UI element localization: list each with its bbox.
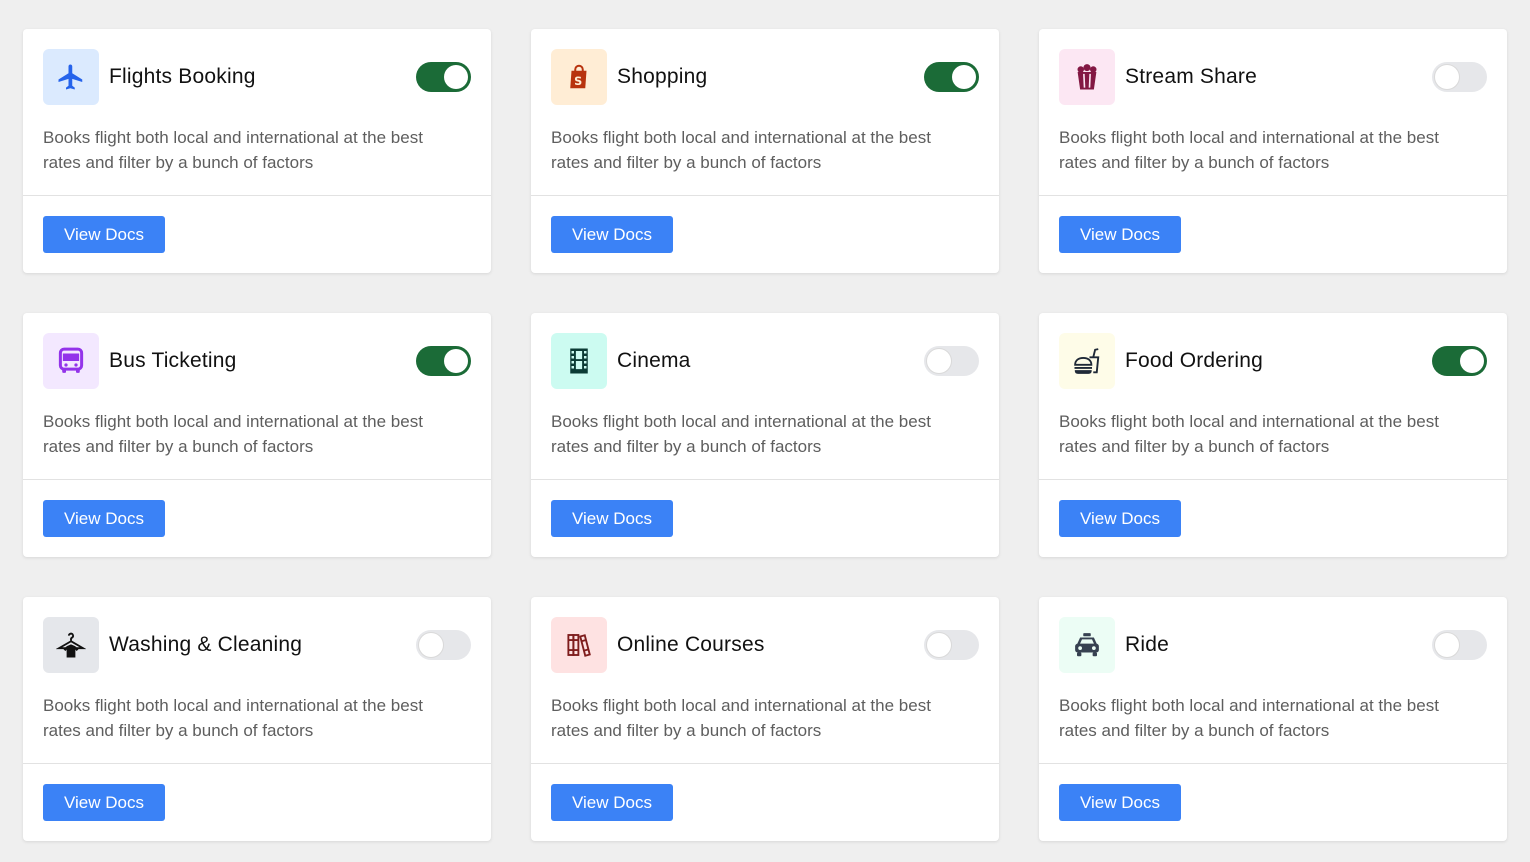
film-strip-icon bbox=[551, 333, 607, 389]
toggle-knob bbox=[444, 65, 468, 89]
view-docs-button[interactable]: View Docs bbox=[43, 500, 165, 537]
service-card-online-courses: Online Courses Books flight both local an… bbox=[531, 597, 999, 841]
card-header: Washing & Cleaning bbox=[43, 617, 471, 673]
card-description: Books flight both local and internationa… bbox=[43, 412, 423, 456]
card-title: Washing & Cleaning bbox=[109, 633, 303, 656]
card-body: S Shopping Books flight both local and int… bbox=[531, 29, 999, 196]
card-footer: View Docs bbox=[1039, 480, 1507, 557]
card-title: Cinema bbox=[617, 349, 691, 372]
card-description: Books flight both local and internationa… bbox=[551, 696, 931, 740]
card-header: Bus Ticketing bbox=[43, 333, 471, 389]
card-footer: View Docs bbox=[23, 480, 491, 557]
card-header: S Shopping bbox=[551, 49, 979, 105]
card-body: Washing & Cleaning Books flight both loca… bbox=[23, 597, 491, 764]
shopping-bag-icon: S bbox=[551, 49, 607, 105]
card-body: Cinema Books flight both local and intern… bbox=[531, 313, 999, 480]
card-body: Stream Share Books flight both local and … bbox=[1039, 29, 1507, 196]
hanger-shirt-icon bbox=[43, 617, 99, 673]
card-body: Bus Ticketing Books flight both local and… bbox=[23, 313, 491, 480]
bus-icon bbox=[43, 333, 99, 389]
services-grid: Flights Booking Books flight both local a… bbox=[23, 29, 1507, 841]
card-footer: View Docs bbox=[531, 196, 999, 273]
card-footer: View Docs bbox=[531, 764, 999, 841]
service-card-ride: Ride Books flight both local and internat… bbox=[1039, 597, 1507, 841]
view-docs-button[interactable]: View Docs bbox=[551, 216, 673, 253]
toggle-knob bbox=[1460, 349, 1484, 373]
airplane-icon bbox=[43, 49, 99, 105]
card-description: Books flight both local and internationa… bbox=[551, 412, 931, 456]
card-footer: View Docs bbox=[23, 764, 491, 841]
toggle-knob bbox=[444, 349, 468, 373]
online-courses-toggle[interactable] bbox=[924, 630, 979, 660]
card-footer: View Docs bbox=[1039, 764, 1507, 841]
svg-text:S: S bbox=[574, 75, 582, 88]
card-description: Books flight both local and internationa… bbox=[551, 128, 931, 172]
view-docs-button[interactable]: View Docs bbox=[551, 784, 673, 821]
car-icon bbox=[1059, 617, 1115, 673]
service-card-bus-ticketing: Bus Ticketing Books flight both local and… bbox=[23, 313, 491, 557]
card-header: Flights Booking bbox=[43, 49, 471, 105]
card-title: Ride bbox=[1125, 633, 1169, 656]
service-card-cinema: Cinema Books flight both local and intern… bbox=[531, 313, 999, 557]
card-header: Cinema bbox=[551, 333, 979, 389]
card-description: Books flight both local and internationa… bbox=[43, 696, 423, 740]
view-docs-button[interactable]: View Docs bbox=[43, 216, 165, 253]
toggle-knob bbox=[1435, 65, 1459, 89]
card-body: Flights Booking Books flight both local a… bbox=[23, 29, 491, 196]
flights-booking-toggle[interactable] bbox=[416, 62, 471, 92]
card-header: Ride bbox=[1059, 617, 1487, 673]
burger-drink-icon bbox=[1059, 333, 1115, 389]
washing-and-cleaning-toggle[interactable] bbox=[416, 630, 471, 660]
card-header: Online Courses bbox=[551, 617, 979, 673]
cinema-toggle[interactable] bbox=[924, 346, 979, 376]
service-card-food-ordering: Food Ordering Books flight both local and… bbox=[1039, 313, 1507, 557]
toggle-knob bbox=[927, 633, 951, 657]
service-card-flights-booking: Flights Booking Books flight both local a… bbox=[23, 29, 491, 273]
card-title: Stream Share bbox=[1125, 65, 1257, 88]
card-description: Books flight both local and internationa… bbox=[1059, 128, 1439, 172]
view-docs-button[interactable]: View Docs bbox=[551, 500, 673, 537]
toggle-knob bbox=[419, 633, 443, 657]
toggle-knob bbox=[952, 65, 976, 89]
card-title: Food Ordering bbox=[1125, 349, 1264, 372]
card-title: Online Courses bbox=[617, 633, 765, 656]
card-description: Books flight both local and internationa… bbox=[43, 128, 423, 172]
view-docs-button[interactable]: View Docs bbox=[43, 784, 165, 821]
food-ordering-toggle[interactable] bbox=[1432, 346, 1487, 376]
card-title: Flights Booking bbox=[109, 65, 256, 88]
card-footer: View Docs bbox=[531, 480, 999, 557]
service-card-shopping: S Shopping Books flight both local and int… bbox=[531, 29, 999, 273]
service-card-washing-and-cleaning: Washing & Cleaning Books flight both loca… bbox=[23, 597, 491, 841]
books-icon bbox=[551, 617, 607, 673]
stream-share-toggle[interactable] bbox=[1432, 62, 1487, 92]
card-footer: View Docs bbox=[23, 196, 491, 273]
card-body: Ride Books flight both local and internat… bbox=[1039, 597, 1507, 764]
card-title: Shopping bbox=[617, 65, 708, 88]
bus-ticketing-toggle[interactable] bbox=[416, 346, 471, 376]
service-card-stream-share: Stream Share Books flight both local and … bbox=[1039, 29, 1507, 273]
card-description: Books flight both local and internationa… bbox=[1059, 696, 1439, 740]
toggle-knob bbox=[927, 349, 951, 373]
ride-toggle[interactable] bbox=[1432, 630, 1487, 660]
card-body: Online Courses Books flight both local an… bbox=[531, 597, 999, 764]
view-docs-button[interactable]: View Docs bbox=[1059, 784, 1181, 821]
shopping-toggle[interactable] bbox=[924, 62, 979, 92]
card-header: Food Ordering bbox=[1059, 333, 1487, 389]
view-docs-button[interactable]: View Docs bbox=[1059, 500, 1181, 537]
toggle-knob bbox=[1435, 633, 1459, 657]
card-description: Books flight both local and internationa… bbox=[1059, 412, 1439, 456]
popcorn-icon bbox=[1059, 49, 1115, 105]
card-body: Food Ordering Books flight both local and… bbox=[1039, 313, 1507, 480]
card-header: Stream Share bbox=[1059, 49, 1487, 105]
card-title: Bus Ticketing bbox=[109, 349, 237, 372]
view-docs-button[interactable]: View Docs bbox=[1059, 216, 1181, 253]
card-footer: View Docs bbox=[1039, 196, 1507, 273]
